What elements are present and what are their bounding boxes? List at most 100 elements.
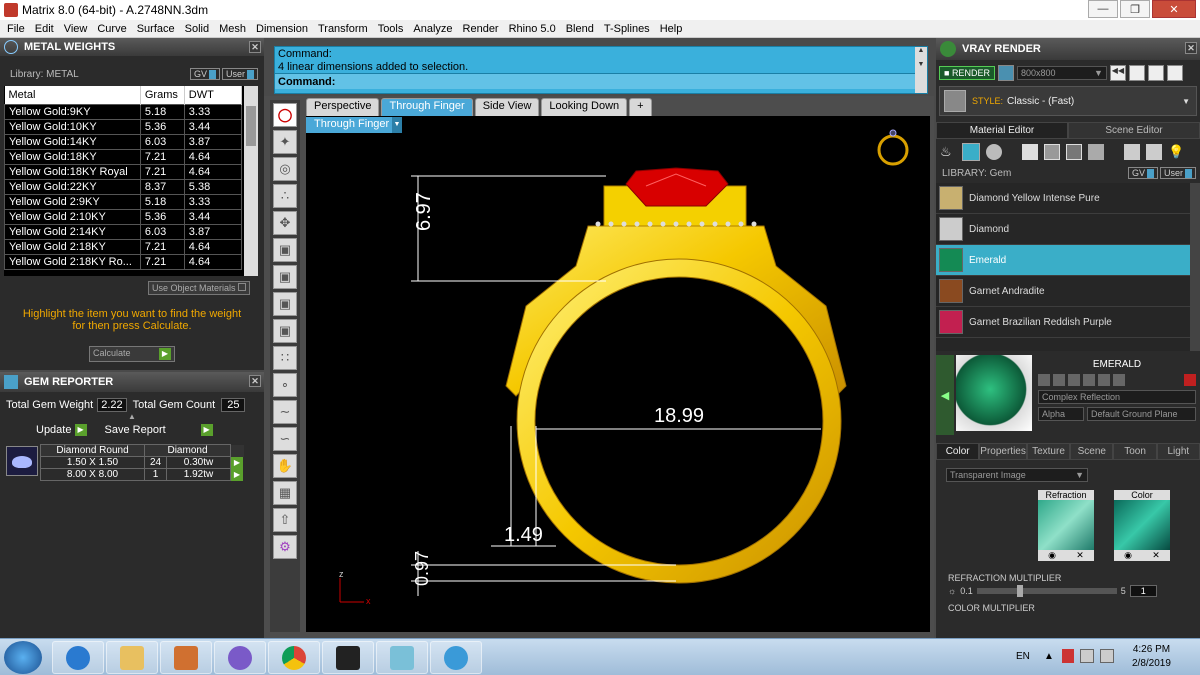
tab-through-finger[interactable]: Through Finger: [381, 98, 473, 116]
command-input[interactable]: Command:: [275, 73, 927, 89]
gem-row[interactable]: 8.00 X 8.00 1 1.92tw ▶: [40, 468, 244, 482]
explorer-taskbar-icon[interactable]: [106, 641, 158, 674]
metal-row[interactable]: Yellow Gold:18KY 7.21 4.64: [4, 148, 243, 165]
menu-view[interactable]: View: [59, 23, 93, 35]
menu-curve[interactable]: Curve: [92, 23, 131, 35]
menu-tsplines[interactable]: T-Splines: [599, 23, 655, 35]
tab-side-view[interactable]: Side View: [474, 98, 540, 116]
fire-icon[interactable]: ♨: [940, 144, 956, 160]
gem-row-go-button[interactable]: ▶: [231, 456, 243, 469]
metal-row[interactable]: Yellow Gold 2:18KY 7.21 4.64: [4, 238, 243, 255]
menu-solid[interactable]: Solid: [180, 23, 214, 35]
resolution-select[interactable]: 800x800 ▼: [1016, 66, 1107, 80]
metal-row[interactable]: Yellow Gold:10KY 5.36 3.44: [4, 118, 243, 135]
pattern-icon[interactable]: [1088, 144, 1104, 160]
rewind-icon[interactable]: ◀◀: [1109, 65, 1126, 81]
reset-icon[interactable]: [1184, 374, 1196, 386]
material-item[interactable]: Diamond Yellow Intense Pure: [936, 183, 1200, 214]
preview-tool-icon[interactable]: [1083, 374, 1095, 386]
metal-scrollbar[interactable]: [244, 86, 258, 276]
menu-file[interactable]: File: [2, 23, 30, 35]
viber-taskbar-icon[interactable]: [214, 641, 266, 674]
preview-tool-icon[interactable]: [1038, 374, 1050, 386]
alpha-toggle[interactable]: Alpha: [1038, 407, 1084, 421]
export-icon[interactable]: [1146, 144, 1162, 160]
stop-icon[interactable]: ◯: [273, 103, 297, 127]
flat-material-icon[interactable]: [1022, 144, 1038, 160]
volume-icon[interactable]: [1100, 649, 1114, 663]
menu-render[interactable]: Render: [458, 23, 504, 35]
menu-rhino[interactable]: Rhino 5.0: [504, 23, 561, 35]
notes-taskbar-icon[interactable]: [376, 641, 428, 674]
metal-row[interactable]: Yellow Gold 2:9KY 5.18 3.33: [4, 193, 243, 210]
preview-tool-icon[interactable]: [1098, 374, 1110, 386]
grid-view-icon[interactable]: [1128, 65, 1145, 81]
menu-blend[interactable]: Blend: [561, 23, 599, 35]
mesh-icon[interactable]: ▦: [273, 481, 297, 505]
calculate-button[interactable]: Calculate ▶: [89, 346, 175, 362]
color-edit-icon[interactable]: ◉: [1124, 550, 1132, 561]
maximize-button[interactable]: ❐: [1120, 0, 1150, 18]
preview-tool-icon[interactable]: [1053, 374, 1065, 386]
metal-row[interactable]: Yellow Gold 2:14KY 6.03 3.87: [4, 223, 243, 240]
menu-surface[interactable]: Surface: [132, 23, 180, 35]
app-taskbar-icon[interactable]: [322, 641, 374, 674]
tab-texture[interactable]: Texture: [1026, 443, 1071, 460]
layout-icon[interactable]: [1166, 65, 1183, 81]
start-button[interactable]: [4, 641, 42, 674]
sphere-icon[interactable]: [986, 144, 1002, 160]
tab-scene[interactable]: Scene: [1070, 443, 1114, 460]
gem-material-icon[interactable]: [962, 143, 980, 161]
tab-light[interactable]: Light: [1156, 443, 1200, 460]
ie-taskbar-icon[interactable]: [52, 641, 104, 674]
tab-looking-down[interactable]: Looking Down: [541, 98, 628, 116]
color-remove-icon[interactable]: ✕: [1152, 550, 1160, 561]
expand-left-icon[interactable]: ◀: [936, 355, 954, 435]
import-icon[interactable]: [1124, 144, 1140, 160]
material-scrollbar[interactable]: [1190, 183, 1200, 351]
refraction-slot[interactable]: Refraction ◉ ✕: [1038, 490, 1094, 561]
gem-row[interactable]: 1.50 X 1.50 24 0.30tw ▶: [40, 456, 244, 470]
tab-color[interactable]: Color: [936, 443, 980, 460]
menu-transform[interactable]: Transform: [313, 23, 373, 35]
menu-tools[interactable]: Tools: [373, 23, 409, 35]
gear-icon[interactable]: ⚙: [273, 535, 297, 559]
network-icon[interactable]: [1080, 649, 1094, 663]
metal-row[interactable]: Yellow Gold 2:10KY 5.36 3.44: [4, 208, 243, 225]
viewport[interactable]: Through Finger ▼ 6.97 18.99 1.49 0.97 z …: [306, 116, 930, 632]
point-icon[interactable]: ∘: [273, 373, 297, 397]
material-item-selected[interactable]: Emerald: [936, 245, 1200, 276]
preview-tool-icon[interactable]: [1113, 374, 1125, 386]
tray-flag-icon[interactable]: [1062, 649, 1074, 663]
nodes-icon[interactable]: ∴: [273, 184, 297, 208]
material-item[interactable]: Diamond: [936, 214, 1200, 245]
metal-row[interactable]: Yellow Gold:18KY Royal 7.21 4.64: [4, 163, 243, 180]
transform-icon[interactable]: ✥: [273, 211, 297, 235]
media-player-taskbar-icon[interactable]: [160, 641, 212, 674]
cube-select-icon[interactable]: ▣: [273, 319, 297, 343]
hand-icon[interactable]: ✋: [273, 454, 297, 478]
save-report-button[interactable]: Save Report ▶: [105, 424, 213, 436]
color-slot[interactable]: Color ◉ ✕: [1114, 490, 1170, 561]
tab-toon[interactable]: Toon: [1113, 443, 1157, 460]
cube-icon[interactable]: ▣: [273, 238, 297, 262]
reflection-select[interactable]: Complex Reflection: [1038, 390, 1196, 404]
material-item[interactable]: Garnet Andradite: [936, 276, 1200, 307]
curve-icon[interactable]: ∽: [273, 427, 297, 451]
language-indicator[interactable]: EN: [1016, 651, 1030, 662]
grid-points-icon[interactable]: ∷: [273, 346, 297, 370]
render-button[interactable]: ■ RENDER: [939, 66, 995, 80]
command-scrollbar[interactable]: ▲ ▼: [915, 47, 927, 93]
refraction-slider[interactable]: [976, 585, 1117, 597]
matrix-taskbar-icon[interactable]: [430, 641, 482, 674]
metal-row[interactable]: Yellow Gold:9KY 5.18 3.33: [4, 103, 243, 120]
tab-perspective[interactable]: Perspective: [306, 98, 380, 116]
tray-arrow-icon[interactable]: ▲: [1044, 651, 1054, 662]
refraction-remove-icon[interactable]: ✕: [1076, 550, 1084, 561]
close-metal-panel-button[interactable]: ✕: [249, 41, 261, 53]
preview-tool-icon[interactable]: [1068, 374, 1080, 386]
refraction-edit-icon[interactable]: ◉: [1048, 550, 1056, 561]
tab-material-editor[interactable]: Material Editor: [936, 122, 1068, 139]
chrome-taskbar-icon[interactable]: [268, 641, 320, 674]
map-icon[interactable]: [1066, 144, 1082, 160]
